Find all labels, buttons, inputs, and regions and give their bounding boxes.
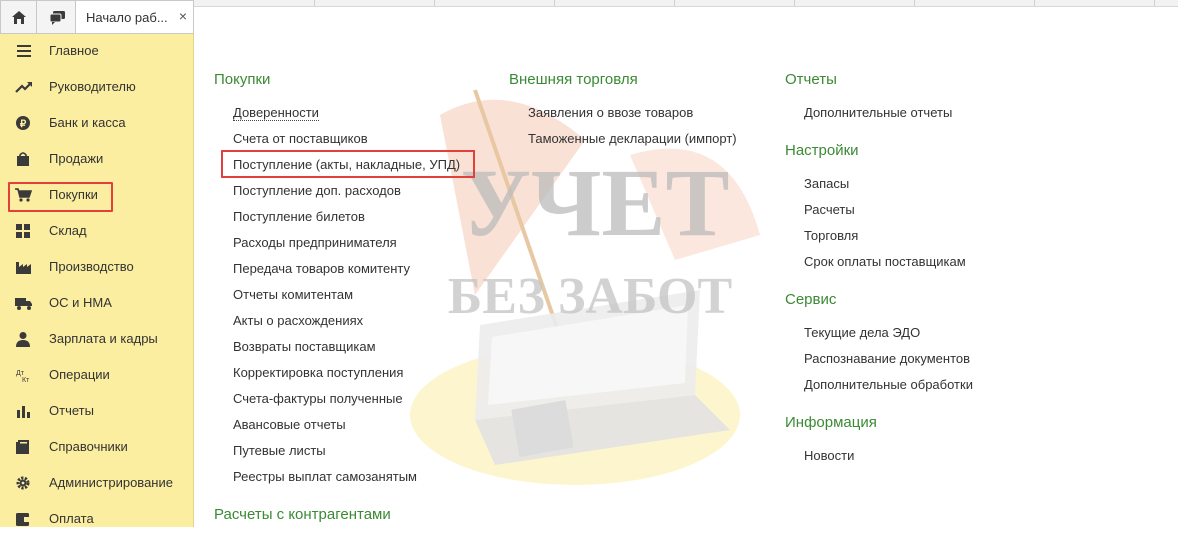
chat-icon (49, 11, 65, 25)
truck-icon (15, 298, 32, 310)
section-title-purchases: Покупки (214, 71, 271, 88)
menu-icon (17, 45, 31, 57)
highlight-box (221, 150, 475, 178)
sidebar-item-label: Руководителю (49, 79, 136, 94)
link-principal-reports[interactable]: Отчеты комитентам (233, 287, 353, 302)
section-title-reports: Отчеты (785, 71, 837, 88)
link-import-applications[interactable]: Заявления о ввозе товаров (528, 105, 693, 120)
tab-strip (194, 0, 1178, 7)
sidebar-item-label: Справочники (49, 439, 128, 454)
section-title-settlements: Расчеты с контрагентами (214, 506, 391, 523)
grid-icon (16, 224, 30, 238)
sidebar-item-label: Главное (49, 43, 99, 58)
wallet-icon (16, 513, 30, 526)
coin-icon: ₽ (16, 116, 30, 130)
bag-icon (17, 152, 29, 166)
top-bar: Начало раб... × (0, 0, 1178, 36)
link-goods-to-principal[interactable]: Передача товаров комитенту (233, 261, 410, 276)
link-receipt-adjustment[interactable]: Корректировка поступления (233, 365, 403, 380)
sidebar-item-fixed-assets[interactable]: ОС и НМА (0, 286, 193, 320)
watermark-line2: БЕЗ ЗАБОТ (448, 268, 732, 325)
svg-text:Дт: Дт (16, 370, 25, 377)
tab-title: Начало раб... (86, 10, 168, 25)
link-powers-of-attorney[interactable]: Доверенности (233, 105, 319, 121)
sidebar-item-directories[interactable]: Справочники (0, 430, 193, 464)
sidebar-item-bank[interactable]: ₽ Банк и касса (0, 106, 193, 140)
sidebar-item-label: Банк и касса (49, 115, 126, 130)
link-entrepreneur-expenses[interactable]: Расходы предпринимателя (233, 235, 397, 250)
sidebar-item-operations[interactable]: Дт Кт Операции (0, 358, 193, 392)
link-trade[interactable]: Торговля (804, 228, 858, 243)
section-title-info: Информация (785, 414, 877, 431)
link-discrepancy-acts[interactable]: Акты о расхождениях (233, 313, 363, 328)
svg-text:Кт: Кт (22, 377, 30, 383)
link-supplier-payment-term[interactable]: Срок оплаты поставщикам (804, 254, 966, 269)
sidebar-item-label: Производство (49, 259, 134, 274)
sidebar-item-label: Отчеты (49, 403, 94, 418)
sidebar-item-label: ОС и НМА (49, 295, 112, 310)
gear-icon (16, 476, 30, 490)
link-edo-tasks[interactable]: Текущие дела ЭДО (804, 325, 920, 340)
sidebar-item-label: Оплата (49, 511, 94, 526)
sidebar-item-sales[interactable]: Продажи (0, 142, 193, 176)
section-title-settings: Настройки (785, 142, 859, 159)
discussions-button[interactable] (36, 0, 76, 34)
link-news[interactable]: Новости (804, 448, 854, 463)
sidebar-item-label: Операции (49, 367, 110, 382)
sidebar: Главное Руководителю ₽ Банк и касса Прод… (0, 34, 194, 527)
watermark-logo: УЧЕТ БЕЗ ЗАБОТ (410, 89, 760, 485)
trend-icon (15, 82, 32, 93)
svg-text:₽: ₽ (20, 119, 27, 130)
sidebar-item-main[interactable]: Главное (0, 34, 193, 68)
link-received-invoices[interactable]: Счета-фактуры полученные (233, 391, 403, 406)
link-settlements[interactable]: Расчеты (804, 202, 855, 217)
link-additional-reports[interactable]: Дополнительные отчеты (804, 105, 952, 120)
link-document-recognition[interactable]: Распознавание документов (804, 351, 970, 366)
factory-icon (16, 262, 31, 274)
person-icon (16, 332, 30, 347)
link-advance-reports[interactable]: Авансовые отчеты (233, 417, 346, 432)
sidebar-item-manager[interactable]: Руководителю (0, 70, 193, 104)
sidebar-item-label: Склад (49, 223, 87, 238)
link-supplier-invoices[interactable]: Счета от поставщиков (233, 131, 368, 146)
sidebar-item-label: Зарплата и кадры (49, 331, 158, 346)
section-title-service: Сервис (785, 291, 837, 308)
link-self-employed-payments[interactable]: Реестры выплат самозанятым (233, 469, 417, 484)
sidebar-item-label: Администрирование (49, 475, 173, 490)
sidebar-item-label: Продажи (49, 151, 104, 166)
sidebar-item-reports[interactable]: Отчеты (0, 394, 193, 428)
link-additional-processing[interactable]: Дополнительные обработки (804, 377, 973, 392)
home-icon (12, 11, 26, 24)
link-stocks[interactable]: Запасы (804, 176, 849, 191)
link-waybills[interactable]: Путевые листы (233, 443, 326, 458)
book-icon (16, 440, 29, 454)
home-button[interactable] (0, 0, 37, 34)
active-item-highlight (8, 182, 113, 212)
sidebar-item-administration[interactable]: Администрирование (0, 466, 193, 500)
sidebar-item-production[interactable]: Производство (0, 250, 193, 284)
dt-kt-icon: ДтКт (16, 370, 30, 383)
tab-start-page[interactable]: Начало раб... × (75, 0, 194, 34)
close-icon[interactable]: × (179, 8, 187, 24)
link-tickets-receipt[interactable]: Поступление билетов (233, 209, 365, 224)
watermark-line1: УЧЕТ (461, 149, 730, 256)
bar-chart-icon (17, 406, 30, 418)
section-title-foreign-trade: Внешняя торговля (509, 71, 638, 88)
sidebar-item-payment[interactable]: Оплата (0, 502, 193, 536)
link-customs-declarations[interactable]: Таможенные декларации (импорт) (528, 131, 737, 146)
sidebar-item-warehouse[interactable]: Склад (0, 214, 193, 248)
link-additional-expenses[interactable]: Поступление доп. расходов (233, 183, 401, 198)
sidebar-item-payroll[interactable]: Зарплата и кадры (0, 322, 193, 356)
link-supplier-returns[interactable]: Возвраты поставщикам (233, 339, 376, 354)
